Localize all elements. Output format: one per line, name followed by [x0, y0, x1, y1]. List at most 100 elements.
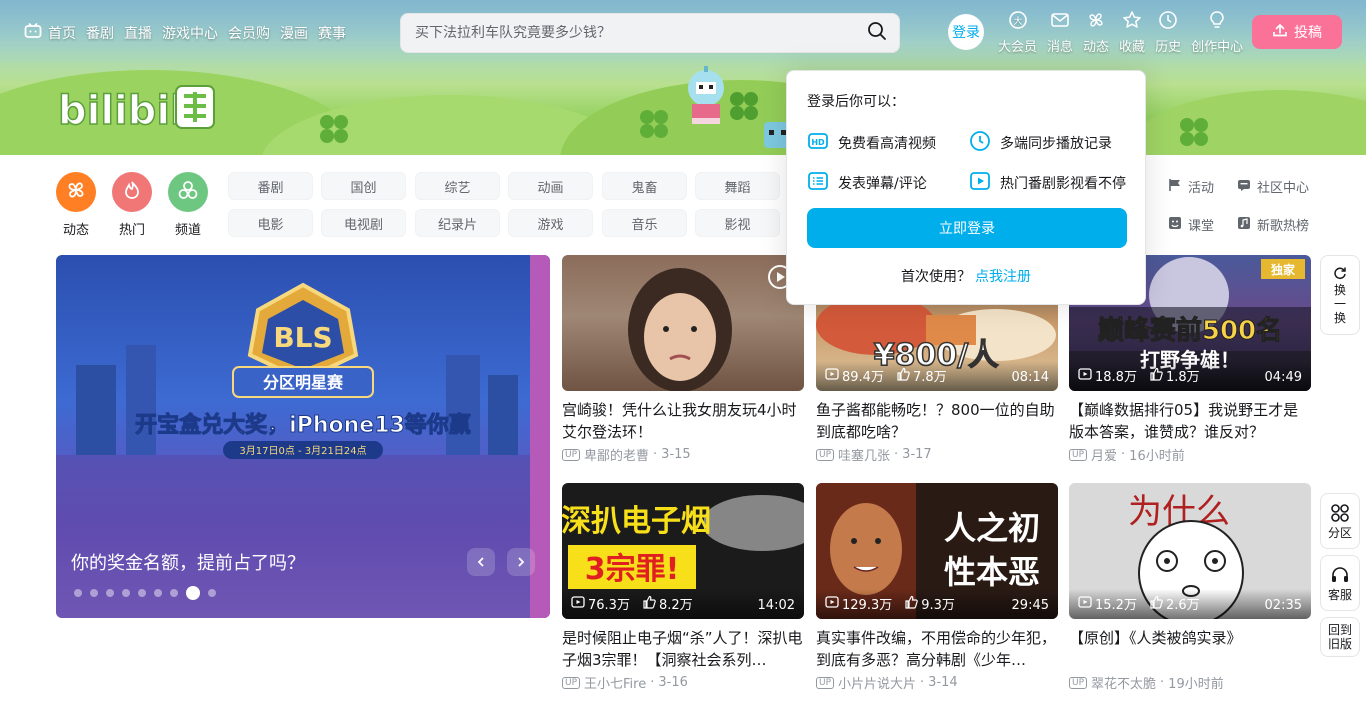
login-button[interactable]: 立即登录: [807, 208, 1127, 248]
dynamic-channel-button[interactable]: [56, 172, 96, 212]
carousel-dot[interactable]: [122, 589, 130, 597]
video-title[interactable]: 【巅峰数据排行05】我说野王才是版本答案，谁赞成？谁反对？: [1069, 399, 1311, 443]
nav-member-shop[interactable]: 会员购: [228, 23, 270, 43]
nav-anime[interactable]: 番剧: [86, 23, 114, 43]
favorite-entry[interactable]: 收藏: [1114, 10, 1150, 55]
play-count: 18.8万: [1078, 366, 1137, 385]
channel-channel-button[interactable]: [168, 172, 208, 212]
login-avatar-button[interactable]: 登录: [948, 14, 984, 50]
svg-text:人之初: 人之初: [944, 509, 1040, 547]
video-author[interactable]: 翠花不太脆: [1091, 673, 1156, 692]
hot-channel-button[interactable]: [112, 172, 152, 212]
classroom-link[interactable]: 课堂: [1168, 215, 1214, 234]
play-count: 15.2万: [1078, 594, 1137, 613]
upload-button[interactable]: 投稿: [1252, 15, 1342, 49]
favorite-label: 收藏: [1119, 40, 1146, 55]
tag-variety[interactable]: 综艺: [415, 172, 500, 200]
vip-entry[interactable]: 大 大会员: [993, 10, 1042, 55]
video-card[interactable]: 深扒电子烟 3宗罪! 76.3万 8.2万 14:02 是时候阻止电子烟“杀”人…: [562, 483, 804, 692]
nav-game-center[interactable]: 游戏中心: [162, 23, 218, 43]
thumbs-up-icon: [1149, 595, 1163, 613]
video-author[interactable]: 卑鄙的老曹: [584, 445, 649, 464]
community-icon: [1237, 178, 1251, 196]
clover-decoration: [320, 115, 350, 145]
video-thumbnail[interactable]: 为什么 15.2万 2.6万 02:35: [1069, 483, 1311, 619]
clover-decoration: [730, 92, 760, 122]
video-title[interactable]: 【原创】《人类被鸽实录》: [1069, 627, 1311, 671]
video-author[interactable]: 哇塞几张: [838, 445, 890, 464]
flame-icon: [121, 179, 143, 205]
tag-game[interactable]: 游戏: [508, 209, 593, 237]
play-icon: [571, 595, 585, 613]
like-count: 7.8万: [896, 366, 947, 385]
video-author[interactable]: 王小七Fire: [584, 673, 646, 692]
svg-text:HD: HD: [811, 138, 825, 147]
video-author[interactable]: 月爱: [1091, 445, 1117, 464]
carousel-dot[interactable]: [90, 589, 98, 597]
carousel-prev-button[interactable]: [467, 548, 495, 576]
carousel-dot[interactable]: [74, 589, 82, 597]
video-date: 16小时前: [1129, 449, 1185, 464]
bilibili-logo[interactable]: bilibili: [57, 82, 218, 135]
carousel-dot[interactable]: [170, 589, 178, 597]
refresh-label: 换一换: [1333, 282, 1346, 325]
new-songs-link[interactable]: 新歌热榜: [1237, 215, 1309, 234]
carousel-dot-active[interactable]: [186, 586, 200, 600]
carousel-dot[interactable]: [106, 589, 114, 597]
search-input[interactable]: [415, 25, 867, 41]
service-button[interactable]: 客服: [1320, 555, 1360, 611]
dynamic-entry[interactable]: 动态: [1078, 10, 1114, 55]
activity-link[interactable]: 活动: [1168, 177, 1214, 196]
carousel-dot[interactable]: [208, 589, 216, 597]
nav-manga[interactable]: 漫画: [280, 23, 308, 43]
video-author[interactable]: 小片片说大片: [838, 673, 916, 692]
community-center-link[interactable]: 社区中心: [1237, 177, 1309, 196]
tag-guochuang[interactable]: 国创: [321, 172, 406, 200]
video-title[interactable]: 真实事件改编，不用偿命的少年犯，到底有多恶？高分韩剧《少年…: [816, 627, 1058, 671]
video-title[interactable]: 鱼子酱都能畅吃！？800一位的自助到底都吃啥？: [816, 399, 1058, 443]
tag-anime[interactable]: 番剧: [228, 172, 313, 200]
video-thumbnail[interactable]: 人之初 性本恶 129.3万 9.3万 29:45: [816, 483, 1058, 619]
video-card[interactable]: 为什么 15.2万 2.6万 02:35 【原创】《人类被鸽实录》 UP 翠花不…: [1069, 483, 1311, 692]
up-badge: UP: [816, 676, 835, 689]
hd-icon: HD: [807, 130, 829, 156]
carousel[interactable]: BLS 分区明星赛 开宝盒兑大奖，iPhone13等你赢 3月17日0点 - 3…: [56, 255, 550, 618]
tag-movie[interactable]: 电影: [228, 209, 313, 237]
thumbnail-stats: 89.4万 7.8万 08:14: [816, 361, 1058, 391]
register-link[interactable]: 点我注册: [975, 269, 1031, 285]
video-title[interactable]: 是时候阻止电子烟“杀”人了！深扒电子烟3宗罪！【洞察社会系列…: [562, 627, 804, 671]
nav-esports[interactable]: 赛事: [318, 23, 346, 43]
windmill-icon: [1086, 10, 1106, 36]
dynamic-label: 动态: [1083, 40, 1110, 55]
video-card[interactable]: 宫崎骏！凭什么让我女朋友玩4小时艾尔登法环！ UP 卑鄙的老曹 · 3-15: [562, 255, 804, 464]
video-title[interactable]: 宫崎骏！凭什么让我女朋友玩4小时艾尔登法环！: [562, 399, 804, 443]
hot-channel-label: 热门: [118, 223, 145, 238]
tag-guichu[interactable]: 鬼畜: [602, 172, 687, 200]
thumbnail-art: [562, 255, 804, 391]
popup-title: 登录后你可以：: [807, 94, 905, 110]
carousel-dot[interactable]: [138, 589, 146, 597]
tag-tv-series[interactable]: 电视剧: [321, 209, 406, 237]
tag-dance[interactable]: 舞蹈: [695, 172, 780, 200]
carousel-caption[interactable]: 你的奖金名额，提前占了吗？: [71, 549, 305, 575]
video-thumbnail[interactable]: 深扒电子烟 3宗罪! 76.3万 8.2万 14:02: [562, 483, 804, 619]
star-icon: [1122, 10, 1142, 36]
video-card[interactable]: 人之初 性本恶 129.3万 9.3万 29:45 真实事件改编，不用偿命的少年…: [816, 483, 1058, 692]
video-meta: UP 哇塞几张 · 3-17: [816, 445, 1058, 464]
creator-entry[interactable]: 创作中心: [1186, 10, 1248, 55]
tag-documentary[interactable]: 纪录片: [415, 209, 500, 237]
search-icon[interactable]: [867, 21, 887, 45]
carousel-dot[interactable]: [154, 589, 162, 597]
nav-home[interactable]: 首页: [24, 22, 76, 44]
refresh-button[interactable]: 换一换: [1320, 255, 1360, 335]
tag-music[interactable]: 音乐: [602, 209, 687, 237]
video-thumbnail[interactable]: [562, 255, 804, 391]
carousel-next-button[interactable]: [507, 548, 535, 576]
tag-film-tv[interactable]: 影视: [695, 209, 780, 237]
old-version-button[interactable]: 回到旧版: [1320, 617, 1360, 657]
history-entry[interactable]: 历史: [1150, 10, 1186, 55]
tag-animation[interactable]: 动画: [508, 172, 593, 200]
nav-live[interactable]: 直播: [124, 23, 152, 43]
message-entry[interactable]: 消息: [1042, 10, 1078, 55]
zone-button[interactable]: 分区: [1320, 493, 1360, 549]
